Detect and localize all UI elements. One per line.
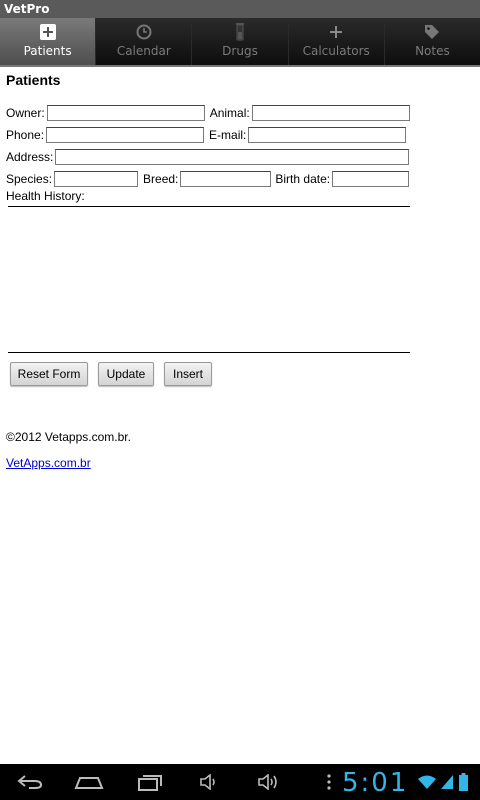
status-clock: 5:01: [342, 768, 409, 798]
copyright-text: ©2012 Vetapps.com.br.: [6, 430, 131, 444]
breed-field[interactable]: [180, 171, 272, 187]
tag-icon: [423, 23, 441, 41]
volume-down-icon[interactable]: [198, 772, 220, 792]
address-label: Address:: [6, 150, 54, 164]
animal-field[interactable]: [251, 105, 410, 121]
phone-row: Phone: E-mail:: [6, 126, 407, 144]
owner-label: Owner:: [6, 106, 45, 120]
tab-patients[interactable]: Patients: [0, 18, 97, 65]
system-nav-bar: 5:01: [0, 764, 480, 800]
vial-icon: [231, 23, 249, 41]
tab-calendar[interactable]: Calendar: [96, 18, 193, 65]
health-history-area[interactable]: [8, 207, 410, 351]
plus-square-icon: [39, 23, 57, 41]
owner-row: Owner: Animal:: [6, 104, 410, 122]
battery-icon: [458, 772, 468, 792]
reset-form-button[interactable]: Reset Form: [10, 362, 88, 386]
species-row: Species: Breed: Birth date:: [6, 170, 410, 188]
phone-label: Phone:: [6, 128, 45, 142]
birth-date-label: Birth date:: [275, 172, 331, 186]
phone-field[interactable]: [46, 127, 205, 143]
tab-drugs[interactable]: Drugs: [192, 18, 289, 65]
health-history-label: Health History:: [6, 189, 85, 203]
address-field[interactable]: [55, 149, 410, 165]
signal-icon: [440, 772, 454, 792]
email-field[interactable]: [248, 127, 407, 143]
tab-calculators[interactable]: Calculators: [288, 18, 385, 65]
app-title: VetPro: [4, 2, 50, 16]
home-icon[interactable]: [74, 772, 104, 792]
history-bottom-rule: [8, 352, 410, 353]
tab-label: Patients: [23, 44, 72, 58]
tab-divider: [0, 65, 480, 67]
tab-label: Drugs: [222, 44, 258, 58]
tab-bar: Patients Calendar Drugs Calculators Note…: [0, 18, 480, 65]
vetapps-link[interactable]: VetApps.com.br: [6, 456, 91, 470]
breed-label: Breed:: [143, 172, 179, 186]
overflow-menu-icon[interactable]: [324, 772, 334, 792]
tab-label: Calendar: [116, 44, 171, 58]
email-label: E-mail:: [209, 128, 247, 142]
back-icon[interactable]: [16, 772, 44, 792]
update-button[interactable]: Update: [98, 362, 154, 386]
tab-notes[interactable]: Notes: [384, 18, 480, 65]
clock-icon: [135, 23, 153, 41]
owner-field[interactable]: [46, 105, 205, 121]
recent-apps-icon[interactable]: [136, 772, 164, 792]
species-field[interactable]: [54, 171, 139, 187]
birth-date-field[interactable]: [332, 171, 410, 187]
plus-icon: [327, 23, 345, 41]
tab-label: Calculators: [302, 44, 370, 58]
wifi-icon: [416, 772, 438, 792]
address-row: Address:: [6, 148, 410, 166]
species-label: Species:: [6, 172, 53, 186]
health-history-row: Health History:: [6, 187, 85, 205]
app-title-bar: VetPro: [0, 0, 480, 18]
tab-label: Notes: [415, 44, 450, 58]
volume-up-icon[interactable]: [256, 772, 282, 792]
page-title: Patients: [6, 72, 61, 88]
animal-label: Animal:: [209, 106, 250, 120]
insert-button[interactable]: Insert: [164, 362, 212, 386]
